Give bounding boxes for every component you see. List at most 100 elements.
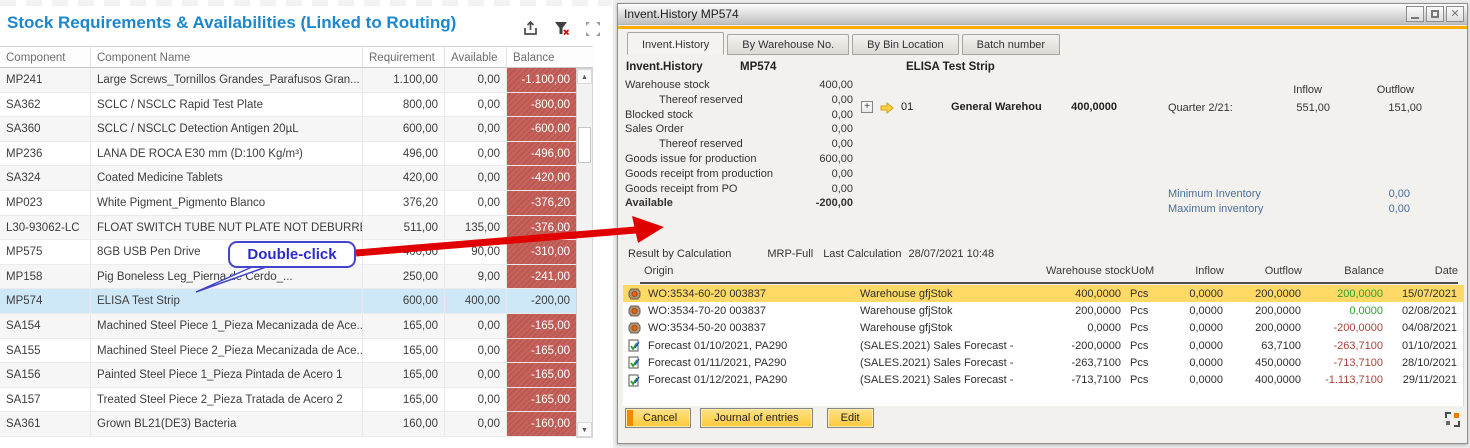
minimize-button[interactable]	[1406, 6, 1424, 22]
summary-field-row: Sales Order 0,00	[625, 123, 853, 138]
scrollbar-thumb[interactable]	[578, 127, 591, 163]
cell-component: SA324	[0, 166, 90, 190]
expand-plus-icon[interactable]: +	[861, 101, 873, 113]
tab[interactable]: Batch number	[962, 34, 1060, 55]
cell-requirement: 511,00	[362, 216, 444, 240]
table-row[interactable]: MP236 LANA DE ROCA E30 mm (D:100 Kg/m³) …	[0, 142, 593, 167]
field-label: Thereof reserved	[625, 138, 781, 153]
cell-component: MP575	[0, 240, 90, 264]
cell-inflow: 0,0000	[1155, 288, 1227, 300]
maximize-button[interactable]	[1426, 6, 1444, 22]
limit-row: Minimum Inventory 0,00	[1168, 188, 1410, 203]
cell-outflow: 200,0000	[1227, 322, 1305, 334]
stock-summary-fields: Warehouse stock 400,00 Thereof reserved …	[625, 79, 853, 212]
column-header-component[interactable]: Component	[0, 47, 90, 67]
scroll-up-icon[interactable]: ▲	[577, 69, 592, 84]
cell-balance: -263,7100	[1305, 340, 1387, 352]
close-icon: ✕	[1450, 9, 1459, 20]
cell-component-name: LANA DE ROCA E30 mm (D:100 Kg/m³)	[90, 142, 362, 166]
cell-date: 28/10/2021	[1387, 357, 1461, 369]
period-label: Quarter 2/21:	[1168, 102, 1246, 117]
scroll-down-icon[interactable]: ▼	[577, 422, 592, 437]
outflow-header: Outflow	[1336, 84, 1428, 99]
cell-outflow: 200,0000	[1227, 305, 1305, 317]
cell-source: (SALES.2021) Sales Forecast -	[860, 374, 1045, 386]
work-order-icon	[628, 288, 641, 300]
table-row[interactable]: MP023 White Pigment_Pigmento Blanco 376,…	[0, 191, 593, 216]
cell-source: Warehouse gfjStok	[860, 322, 1045, 334]
column-header-warehouse-stock[interactable]: Warehouse stock	[1046, 265, 1126, 277]
table-row[interactable]: SA154 Machined Steel Piece 1_Pieza Mecan…	[0, 314, 593, 339]
limit-value: 0,00	[1350, 203, 1410, 218]
detail-row[interactable]: Forecast 01/11/2021, PA290 (SALES.2021) …	[623, 354, 1463, 371]
forecast-document-icon	[628, 339, 640, 352]
table-row[interactable]: SA324 Coated Medicine Tablets 420,00 0,0…	[0, 166, 593, 191]
table-row[interactable]: SA156 Painted Steel Piece 1_Pieza Pintad…	[0, 363, 593, 388]
cell-inflow: 0,0000	[1155, 374, 1227, 386]
field-label: Sales Order	[625, 123, 781, 138]
tab[interactable]: By Bin Location	[852, 34, 958, 55]
close-button[interactable]: ✕	[1446, 6, 1464, 22]
tab[interactable]: Invent.History	[627, 32, 724, 55]
table-row[interactable]: SA155 Machined Steel Piece 2_Pieza Mecan…	[0, 339, 593, 364]
column-header-uom[interactable]: UoM	[1126, 265, 1156, 277]
detail-row[interactable]: Forecast 01/12/2021, PA290 (SALES.2021) …	[623, 371, 1463, 388]
field-value: 0,00	[781, 138, 853, 153]
column-header-available[interactable]: Available	[444, 47, 506, 67]
cell-component: SA362	[0, 93, 90, 117]
filter-clear-icon[interactable]	[553, 20, 571, 38]
table-row[interactable]: MP241 Large Screws_Tornillos Grandes_Par…	[0, 68, 593, 93]
cell-available: 0,00	[444, 166, 506, 190]
cell-source: Warehouse gfjStok	[860, 305, 1045, 317]
table-row[interactable]: L30-93062-LC FLOAT SWITCH TUBE NUT PLATE…	[0, 216, 593, 241]
inventory-limits: Minimum Inventory 0,00 Maximum inventory…	[1168, 188, 1410, 217]
inflow-header: Inflow	[1246, 84, 1336, 99]
limit-label: Minimum Inventory	[1168, 188, 1350, 203]
action-button[interactable]: Journal of entries	[700, 408, 812, 428]
cell-component: SA360	[0, 117, 90, 141]
expand-icon[interactable]	[584, 20, 602, 38]
cell-uom: Pcs	[1125, 322, 1155, 334]
table-row[interactable]: SA360 SCLC / NSCLC Detection Antigen 20µ…	[0, 117, 593, 142]
row-icon	[623, 356, 645, 369]
cell-component-name: Painted Steel Piece 1_Pieza Pintada de A…	[90, 363, 362, 387]
detail-row[interactable]: WO:3534-70-20 003837 Warehouse gfjStok 2…	[623, 302, 1463, 319]
column-header-name[interactable]: Component Name	[90, 47, 362, 67]
detail-row[interactable]: WO:3534-60-20 003837 Warehouse gfjStok 4…	[623, 285, 1463, 302]
column-header-balance[interactable]: Balance	[506, 47, 576, 67]
table-row[interactable]: MP574 ELISA Test Strip 600,00 400,00 -20…	[0, 289, 593, 314]
stock-requirements-panel: Stock Requirements & Availabilities (Lin…	[0, 0, 613, 448]
cell-outflow: 450,0000	[1227, 357, 1305, 369]
detail-row[interactable]: WO:3534-50-20 003837 Warehouse gfjStok 0…	[623, 319, 1463, 336]
tab[interactable]: By Warehouse No.	[727, 34, 849, 55]
field-value: 600,00	[781, 153, 853, 168]
column-header-requirement[interactable]: Requirement	[362, 47, 444, 67]
column-header-date[interactable]: Date	[1388, 265, 1462, 277]
table-row[interactable]: MP158 Pig Boneless Leg_Pierna de Cerdo_.…	[0, 265, 593, 290]
accent-bar	[618, 26, 1467, 29]
window-title: Invent.History MP574	[624, 7, 739, 21]
link-arrow-icon[interactable]	[880, 102, 894, 117]
action-button[interactable]: Edit	[827, 408, 874, 428]
row-icon	[623, 322, 645, 334]
column-header-balance[interactable]: Balance	[1306, 265, 1388, 277]
cell-component: MP574	[0, 289, 90, 313]
detail-row[interactable]: Forecast 01/10/2021, PA290 (SALES.2021) …	[623, 337, 1463, 354]
action-button[interactable]: Cancel	[625, 408, 691, 428]
table-row[interactable]: SA361 Grown BL21(DE3) Bacteria 160,00 0,…	[0, 412, 593, 437]
table-scrollbar[interactable]: ▲ ▼	[576, 68, 593, 438]
column-header-origin[interactable]: Origin	[624, 265, 861, 277]
field-value: 0,00	[781, 168, 853, 183]
last-calc-timestamp: 28/07/2021 10:48	[908, 248, 994, 260]
column-header-outflow[interactable]: Outflow	[1228, 265, 1306, 277]
field-label: Goods receipt from production	[625, 168, 781, 183]
table-row[interactable]: SA362 SCLC / NSCLC Rapid Test Plate 800,…	[0, 93, 593, 118]
export-icon[interactable]	[521, 19, 540, 38]
resize-grip-icon[interactable]	[1445, 412, 1460, 432]
tab-bar: Invent.HistoryBy Warehouse No.By Bin Loc…	[627, 34, 1060, 55]
column-header-inflow[interactable]: Inflow	[1156, 265, 1228, 277]
cell-inflow: 0,0000	[1155, 322, 1227, 334]
warehouse-row: + 01 General Warehou 400,0000	[861, 100, 1117, 116]
table-row[interactable]: SA157 Treated Steel Piece 2_Pieza Tratad…	[0, 388, 593, 413]
window-titlebar[interactable]: Invent.History MP574 ✕	[618, 4, 1467, 25]
